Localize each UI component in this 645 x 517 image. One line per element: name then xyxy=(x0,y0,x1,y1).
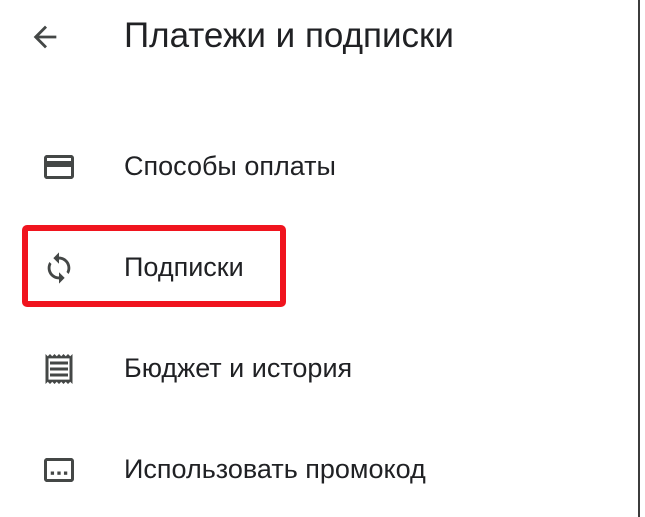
menu-item-redeem-promo[interactable]: Использовать промокод xyxy=(0,419,630,517)
arrow-left-icon xyxy=(33,25,57,49)
credit-card-icon xyxy=(36,144,82,190)
menu-item-label: Использовать промокод xyxy=(124,454,426,484)
menu-item-label: Способы оплаты xyxy=(124,151,336,181)
receipt-icon xyxy=(36,346,82,392)
menu-item-budget-history[interactable]: Бюджет и история xyxy=(0,318,630,419)
app-bar: Платежи и подписки xyxy=(0,0,630,78)
menu-item-payment-methods[interactable]: Способы оплаты xyxy=(0,116,630,217)
page-title: Платежи и подписки xyxy=(124,16,454,55)
menu-list: Способы оплаты Подписки Бюджет и история xyxy=(0,116,630,517)
promo-code-icon xyxy=(36,447,82,493)
menu-item-label: Подписки xyxy=(124,252,244,282)
back-button[interactable] xyxy=(22,14,68,60)
sync-icon xyxy=(36,245,82,291)
menu-item-label: Бюджет и история xyxy=(124,353,353,383)
screen-edge-divider xyxy=(638,0,640,517)
menu-item-subscriptions[interactable]: Подписки xyxy=(0,217,630,318)
payments-subscriptions-screen: Платежи и подписки Способы оплаты Подпис… xyxy=(0,0,645,517)
